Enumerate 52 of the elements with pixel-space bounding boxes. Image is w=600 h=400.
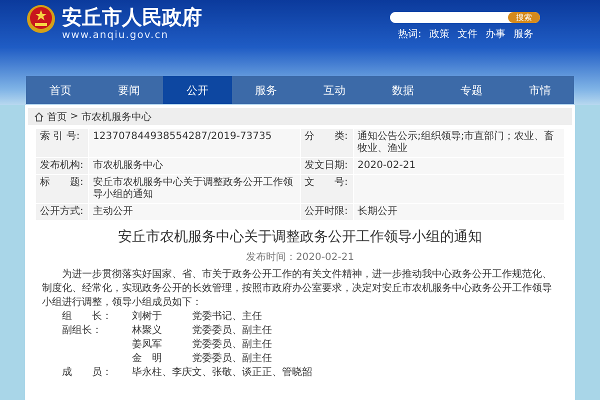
nav-item[interactable]: 要闻 (94, 76, 163, 104)
breadcrumb-link[interactable]: 首页 (47, 110, 67, 124)
meta-label: 发布机构: (36, 158, 88, 174)
nav-item[interactable]: 首页 (26, 76, 94, 104)
breadcrumb-separator: > (70, 111, 78, 122)
meta-value: 123707844938554287/2019-73735 (89, 129, 300, 157)
hot-word-link[interactable]: 服务 (513, 27, 534, 41)
search-field[interactable]: 搜索 (390, 12, 540, 23)
search-button[interactable]: 搜索 (508, 12, 540, 23)
member-name: 毕永柱、李庆文、张敬、谈正正、管晓韶 (132, 366, 312, 380)
member-name: 林聚义 (132, 324, 162, 338)
meta-value: 市农机服务中心 (89, 158, 300, 174)
site-title: 安丘市人民政府 (62, 4, 202, 30)
member-role: 成 员： (62, 366, 113, 380)
meta-label: 文 号: (300, 175, 352, 203)
meta-label: 公开方式: (36, 204, 88, 220)
nav-item[interactable]: 数据 (368, 76, 437, 104)
meta-label: 发文日期: (300, 158, 352, 174)
breadcrumb-link[interactable]: 市农机服务中心 (81, 110, 152, 124)
publish-date: 发布时间：2020-02-21 (244, 250, 356, 264)
hot-word-link[interactable]: 文件 (457, 27, 478, 41)
member-duty: 党委书记、主任 (192, 310, 263, 324)
meta-value: 安丘市农机服务中心关于调整政务公开工作领导小组的通知 (89, 175, 300, 203)
article-paragraph: 为进一步贯彻落实好国家、省、市关于政务公开工作的有关文件精神，进一步推动我中心政务公开工作规范化、制度化、经常化，实现政务公开的长效管理，按照市政府办公室要求，决定对安丘市农机服务中心政务公开工作领导小组进行调整，领导小组成员如下： (42, 268, 553, 310)
member-duty: 党委委员、副主任 (192, 338, 273, 352)
meta-value: 长期公开 (354, 204, 564, 220)
member-duty: 党委委员、副主任 (192, 324, 273, 338)
hot-word-link[interactable]: 政策 (429, 27, 450, 41)
home-icon (34, 112, 44, 122)
nav-item[interactable]: 公开 (163, 76, 232, 104)
hot-words-label: 热词: (398, 28, 422, 41)
hot-word-link[interactable]: 办事 (485, 27, 506, 41)
nav-item[interactable]: 互动 (300, 76, 368, 104)
article-title: 安丘市农机服务中心关于调整政务公开工作领导小组的通知 (117, 228, 483, 246)
meta-label: 公开时限: (300, 204, 352, 220)
meta-label: 标 题: (36, 175, 88, 203)
member-role: 组 长： (62, 310, 113, 324)
meta-value: 通知公告公示;组织领导;市直部门；农业、畜牧业、渔业 (354, 129, 564, 157)
meta-label: 索 引 号: (36, 129, 88, 157)
meta-label: 分 类: (300, 129, 352, 157)
member-name: 姜凤军 (132, 338, 162, 352)
emblem-icon (26, 4, 56, 34)
nav-item[interactable]: 市情 (506, 76, 574, 104)
nav-item[interactable]: 服务 (232, 76, 300, 104)
meta-value: 2020-02-21 (354, 158, 564, 174)
nav-item[interactable]: 专题 (437, 76, 506, 104)
site-url: www.anqiu.gov.cn (62, 30, 170, 41)
member-name: 金 明 (132, 352, 162, 366)
member-duty: 党委委员、副主任 (192, 352, 273, 366)
member-name: 刘树于 (132, 310, 162, 324)
meta-value: 主动公开 (89, 204, 300, 220)
member-role: 副组长： (62, 324, 103, 338)
